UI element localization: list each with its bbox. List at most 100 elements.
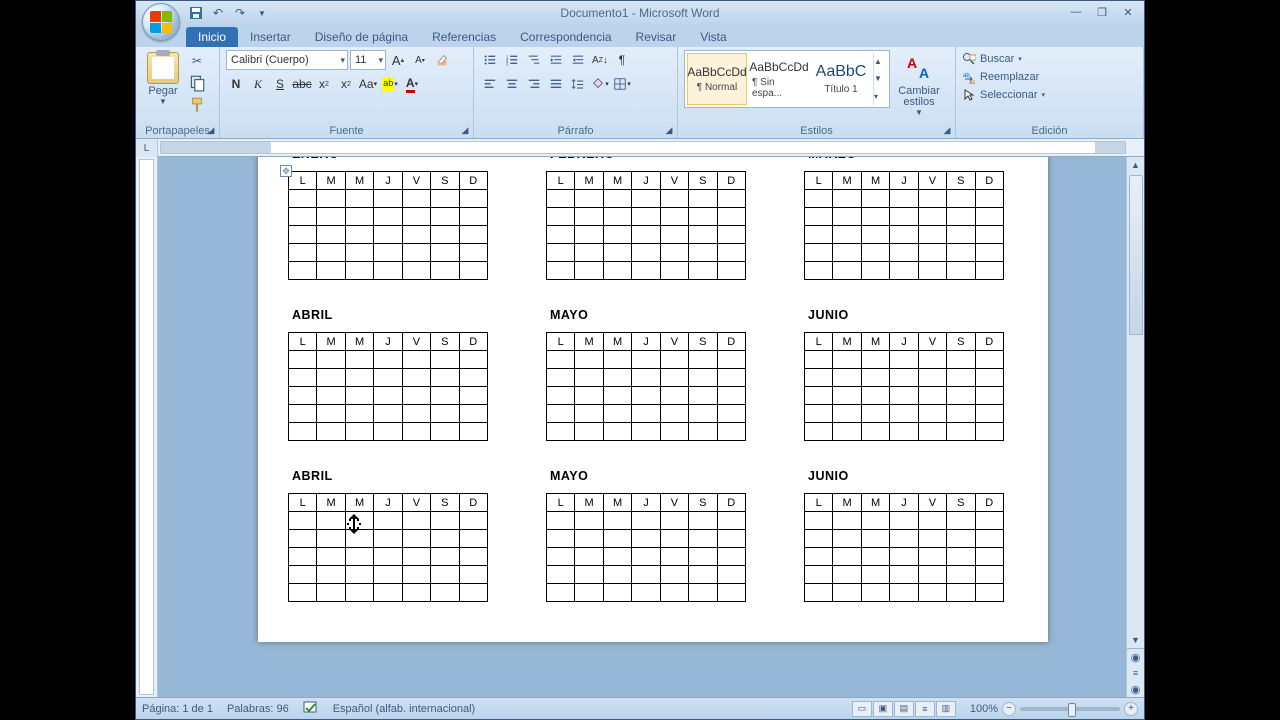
- calendar-cell[interactable]: [660, 244, 688, 262]
- calendar-cell[interactable]: [459, 423, 487, 441]
- calendar-cell[interactable]: [890, 423, 918, 441]
- calendar-table[interactable]: LMMJVSD: [288, 332, 488, 441]
- calendar-cell[interactable]: [890, 190, 918, 208]
- status-page[interactable]: Página: 1 de 1: [142, 703, 213, 715]
- calendar-cell[interactable]: [632, 208, 660, 226]
- increase-indent-icon[interactable]: [568, 50, 588, 70]
- calendar-cell[interactable]: [918, 548, 946, 566]
- calendar-table[interactable]: LMMJVSD: [546, 171, 746, 280]
- calendar-cell[interactable]: [833, 423, 861, 441]
- calendar-cell[interactable]: [431, 405, 459, 423]
- calendar-cell[interactable]: [459, 387, 487, 405]
- calendar-cell[interactable]: [689, 351, 717, 369]
- calendar-cell[interactable]: [805, 387, 833, 405]
- calendar-cell[interactable]: [861, 584, 889, 602]
- calendar-cell[interactable]: [975, 584, 1003, 602]
- calendar-table[interactable]: LMMJVSD: [288, 493, 488, 602]
- calendar-cell[interactable]: [833, 387, 861, 405]
- replace-button[interactable]: abac Reemplazar: [962, 70, 1137, 84]
- calendar-cell[interactable]: [317, 566, 345, 584]
- calendar-cell[interactable]: [547, 566, 575, 584]
- calendar-cell[interactable]: [947, 530, 975, 548]
- calendar-cell[interactable]: [947, 262, 975, 280]
- next-page-icon[interactable]: ◉: [1127, 681, 1144, 697]
- styles-gallery[interactable]: AaBbCcDd ¶ Normal AaBbCcDd ¶ Sin espa...…: [684, 50, 890, 108]
- scroll-up-icon[interactable]: ▲: [1127, 157, 1144, 173]
- calendar-cell[interactable]: [374, 584, 402, 602]
- calendar-cell[interactable]: [689, 387, 717, 405]
- calendar-cell[interactable]: [402, 512, 430, 530]
- calendar-cell[interactable]: [345, 566, 373, 584]
- calendar-cell[interactable]: [717, 584, 745, 602]
- tab-insertar[interactable]: Insertar: [238, 27, 303, 47]
- calendar-cell[interactable]: [975, 369, 1003, 387]
- align-center-icon[interactable]: [502, 74, 522, 94]
- calendar-cell[interactable]: [374, 262, 402, 280]
- calendar-cell[interactable]: [833, 584, 861, 602]
- calendar-cell[interactable]: [575, 530, 603, 548]
- calendar-cell[interactable]: [861, 226, 889, 244]
- calendar-cell[interactable]: [374, 387, 402, 405]
- calendar-cell[interactable]: [289, 190, 317, 208]
- calendar-cell[interactable]: [660, 351, 688, 369]
- calendar-cell[interactable]: [833, 530, 861, 548]
- draft-view[interactable]: ▥: [936, 701, 956, 717]
- save-icon[interactable]: [188, 5, 204, 21]
- calendar-cell[interactable]: [547, 423, 575, 441]
- scroll-thumb[interactable]: [1129, 175, 1143, 335]
- calendar-cell[interactable]: [689, 369, 717, 387]
- calendar-cell[interactable]: [947, 244, 975, 262]
- calendar-cell[interactable]: [402, 226, 430, 244]
- calendar-cell[interactable]: [918, 584, 946, 602]
- calendar-cell[interactable]: [890, 584, 918, 602]
- calendar-cell[interactable]: [345, 244, 373, 262]
- calendar-cell[interactable]: [918, 369, 946, 387]
- calendar-cell[interactable]: [805, 351, 833, 369]
- calendar-cell[interactable]: [603, 530, 631, 548]
- calendar-cell[interactable]: [660, 387, 688, 405]
- calendar-cell[interactable]: [632, 190, 660, 208]
- calendar-cell[interactable]: [947, 584, 975, 602]
- calendar-cell[interactable]: [317, 387, 345, 405]
- calendar-cell[interactable]: [374, 548, 402, 566]
- calendar-cell[interactable]: [575, 262, 603, 280]
- calendar-cell[interactable]: [575, 244, 603, 262]
- calendar-cell[interactable]: [689, 423, 717, 441]
- calendar-cell[interactable]: [975, 387, 1003, 405]
- style-no-spacing[interactable]: AaBbCcDd ¶ Sin espa...: [749, 53, 809, 105]
- calendar-cell[interactable]: [861, 512, 889, 530]
- calendar-cell[interactable]: [289, 369, 317, 387]
- calendar-cell[interactable]: [431, 387, 459, 405]
- calendar-cell[interactable]: [459, 351, 487, 369]
- calendar-cell[interactable]: [317, 584, 345, 602]
- calendar-cell[interactable]: [575, 584, 603, 602]
- calendar-cell[interactable]: [402, 566, 430, 584]
- calendar-cell[interactable]: [861, 244, 889, 262]
- cut-icon[interactable]: ✂: [188, 52, 206, 70]
- calendar-cell[interactable]: [632, 226, 660, 244]
- calendar-cell[interactable]: [374, 351, 402, 369]
- calendar-cell[interactable]: [289, 530, 317, 548]
- calendar-cell[interactable]: [632, 584, 660, 602]
- multilevel-icon[interactable]: [524, 50, 544, 70]
- calendar-cell[interactable]: [717, 548, 745, 566]
- calendar-cell[interactable]: [975, 566, 1003, 584]
- calendar-cell[interactable]: [289, 512, 317, 530]
- calendar-cell[interactable]: [947, 405, 975, 423]
- table-move-handle[interactable]: ✥: [280, 165, 292, 177]
- calendar-cell[interactable]: [402, 351, 430, 369]
- calendar-cell[interactable]: [717, 244, 745, 262]
- calendar-cell[interactable]: [833, 208, 861, 226]
- calendar-cell[interactable]: [289, 566, 317, 584]
- calendar-cell[interactable]: [345, 226, 373, 244]
- calendar-cell[interactable]: [975, 512, 1003, 530]
- calendar-cell[interactable]: [317, 190, 345, 208]
- style-normal[interactable]: AaBbCcDd ¶ Normal: [687, 53, 747, 105]
- calendar-cell[interactable]: [918, 512, 946, 530]
- calendar-cell[interactable]: [890, 512, 918, 530]
- calendar-cell[interactable]: [575, 190, 603, 208]
- calendar-cell[interactable]: [717, 512, 745, 530]
- calendar-cell[interactable]: [805, 405, 833, 423]
- calendar-cell[interactable]: [660, 226, 688, 244]
- copy-icon[interactable]: [188, 74, 206, 92]
